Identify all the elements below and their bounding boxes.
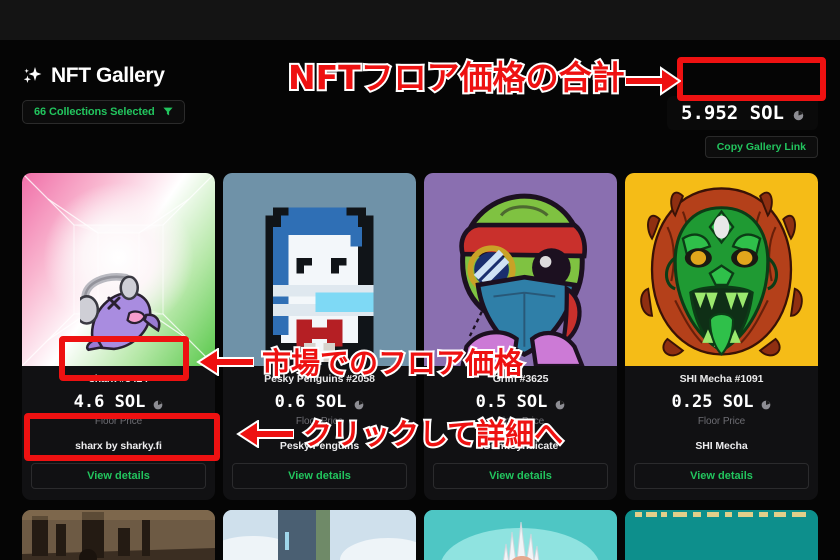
brand-row: NFT Gallery xyxy=(22,64,185,88)
nft-name: sharx #3424 xyxy=(88,373,149,385)
view-details-button[interactable]: View details xyxy=(232,463,407,489)
screenshot-stage: NFT Gallery 66 Collections Selected 5.95… xyxy=(0,0,840,560)
collection-name: sharx by sharky.fi xyxy=(75,440,162,452)
nft-card[interactable] xyxy=(223,510,416,560)
collections-filter-chip[interactable]: 66 Collections Selected xyxy=(22,100,185,124)
nft-price-row: 0.25 SOL xyxy=(634,392,809,412)
page-title: NFT Gallery xyxy=(51,64,165,87)
browser-top-strip xyxy=(0,0,840,40)
collection-name: SHI Mecha xyxy=(695,440,748,452)
nft-gallery-app: NFT Gallery 66 Collections Selected 5.95… xyxy=(0,40,840,560)
copy-gallery-link-button[interactable]: Copy Gallery Link xyxy=(704,136,818,158)
shark-character xyxy=(79,272,161,352)
grim-character xyxy=(459,193,587,366)
nft-price-row: 0.5 SOL xyxy=(433,392,608,412)
total-floor-price-pill: 5.952 SOL xyxy=(667,96,818,130)
nft-artwork-grim xyxy=(424,173,617,366)
solana-pie-icon xyxy=(152,397,163,409)
solana-pie-icon xyxy=(793,108,804,120)
filter-funnel-icon xyxy=(162,107,173,118)
collections-chip-label: 66 Collections Selected xyxy=(34,106,155,118)
solana-pie-icon xyxy=(760,397,771,409)
nft-floor-price: 0.5 SOL xyxy=(475,392,548,412)
solana-pie-icon xyxy=(353,397,364,409)
nft-card[interactable] xyxy=(625,510,818,560)
nft-artwork-sharx xyxy=(22,173,215,366)
nft-floor-price: 4.6 SOL xyxy=(73,392,146,412)
annotation-arrow-left-floor xyxy=(196,348,254,376)
nft-artwork-tower-sky xyxy=(223,510,416,560)
annotation-text-view-details: クリックして詳細へ xyxy=(301,417,565,451)
app-header: NFT Gallery 66 Collections Selected xyxy=(22,64,185,124)
nft-name: SHI Mecha #1091 xyxy=(679,373,764,385)
nft-floor-price: 0.6 SOL xyxy=(274,392,347,412)
view-details-button[interactable]: View details xyxy=(433,463,608,489)
nft-artwork-pesky-penguin xyxy=(223,173,416,366)
nft-artwork-shi-mecha xyxy=(625,173,818,366)
nft-card[interactable]: sharx #3424 4.6 SOL Floor Price sharx by… xyxy=(22,173,215,500)
solana-pie-icon xyxy=(554,397,565,409)
nft-card[interactable] xyxy=(22,510,215,560)
annotation-arrow-left-details xyxy=(236,420,294,448)
gallery-total-area: 5.952 SOL Copy Gallery Link xyxy=(667,96,818,158)
sparkle-icon xyxy=(22,66,42,86)
nft-artwork-white-crystal xyxy=(424,510,617,560)
nft-floor-price: 0.25 SOL xyxy=(671,392,754,412)
annotation-arrow-right xyxy=(625,66,681,96)
nft-card[interactable]: SHI Mecha #1091 0.25 SOL Floor Price SHI… xyxy=(625,173,818,500)
view-details-button[interactable]: View details xyxy=(31,463,206,489)
total-floor-price-value: 5.952 SOL xyxy=(681,102,784,124)
nft-artwork-industrial-rig xyxy=(22,510,215,560)
nft-card[interactable] xyxy=(424,510,617,560)
view-details-button[interactable]: View details xyxy=(634,463,809,489)
floor-price-label: Floor Price xyxy=(697,416,746,427)
mecha-lion-head xyxy=(640,187,803,357)
nft-price-row: 0.6 SOL xyxy=(232,392,407,412)
nft-card-grid-next-row xyxy=(22,510,818,560)
floor-price-label: Floor Price xyxy=(94,416,143,427)
nft-card-body: SHI Mecha #1091 0.25 SOL Floor Price SHI… xyxy=(625,366,818,500)
annotation-text-floor-price: 市場でのフロア価格 xyxy=(260,346,525,380)
nft-price-row: 4.6 SOL xyxy=(31,392,206,412)
nft-artwork-teal-card xyxy=(625,510,818,560)
nft-card-body: sharx #3424 4.6 SOL Floor Price sharx by… xyxy=(22,366,215,500)
annotation-text-total: NFTフロア価格の合計 xyxy=(286,58,627,97)
pixel-penguin xyxy=(265,207,374,366)
